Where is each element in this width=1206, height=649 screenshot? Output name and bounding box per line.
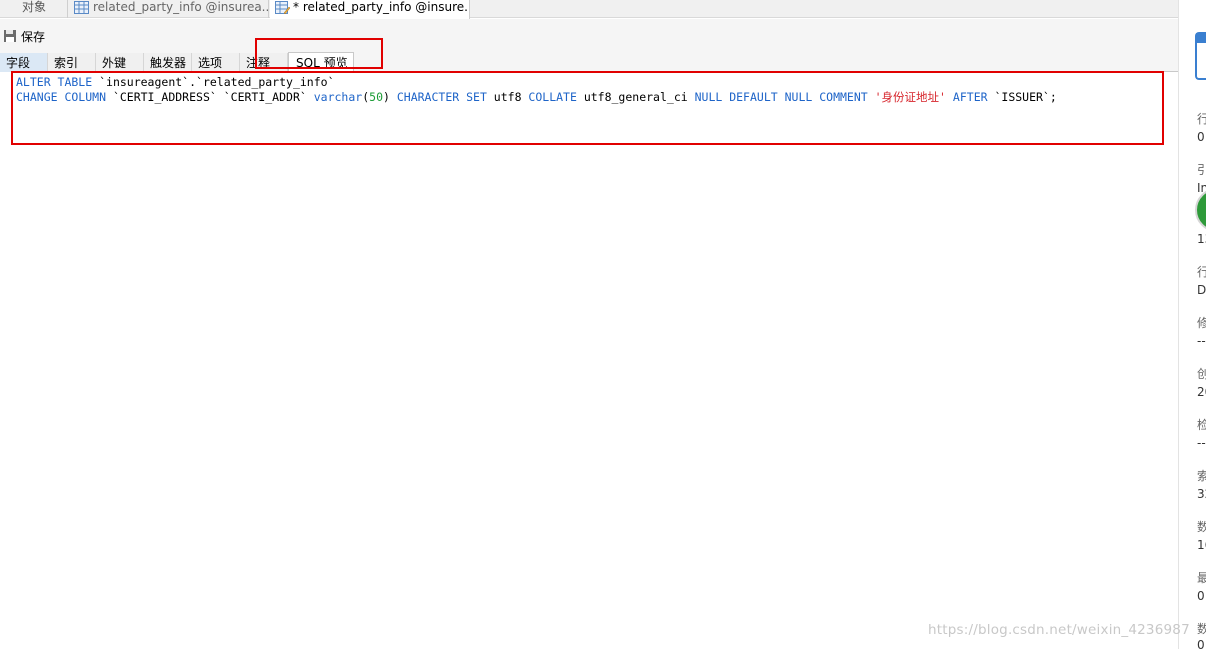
sql-number: 50 [369,90,383,104]
sql-text: `CERTI_ADDRESS` `CERTI_ADDR` [106,90,314,104]
info-label: 数 [1197,620,1206,637]
designer-tab-bar: 字段 索引 外键 触发器 选项 注释 SQL 预览 [0,52,1178,73]
sql-keyword: CHARACTER SET [396,90,487,104]
info-label: 索 [1197,467,1206,484]
sql-preview-editor[interactable]: ALTER TABLE `insureagent`.`related_party… [0,73,1178,649]
watermark-text: https://blog.csdn.net/weixin_4236987 [928,622,1190,638]
info-value: In [1197,181,1206,195]
object-info-panel: 行 0 引 In 13 行 Dy 修 -- 创 20 检 -- 索 32 数 1… [1178,0,1206,649]
sql-text: utf8 [486,90,529,104]
tab-table-design[interactable]: * related_party_info @insure... [270,0,470,19]
save-icon [4,30,16,42]
tab-indexes-label: 索引 [54,56,79,70]
sql-keyword: CHANGE COLUMN [16,90,107,104]
sql-keyword: ALTER TABLE [16,75,93,89]
tab-options-label: 选项 [198,56,223,70]
info-label: 最 [1197,569,1206,586]
table-icon [74,1,89,14]
tab-comment-label: 注释 [246,56,271,70]
info-value: 0 [1197,130,1205,144]
info-label: 创 [1197,365,1206,382]
info-value: 0 [1197,589,1205,603]
info-label: 检 [1197,416,1206,433]
sql-line-1: ALTER TABLE `insureagent`.`related_party… [16,75,335,90]
info-value: 20 [1197,385,1206,399]
tab-fields[interactable]: 字段 [0,53,48,72]
save-button-label: 保存 [21,29,46,44]
sql-keyword: varchar [313,90,363,104]
sql-line-2: CHANGE COLUMN `CERTI_ADDRESS` `CERTI_ADD… [16,90,1057,105]
info-value: 0 [1197,638,1205,649]
tab-fields-label: 字段 [6,56,31,70]
tab-comment[interactable]: 注释 [240,53,288,72]
tab-triggers[interactable]: 触发器 [144,53,192,72]
tab-sql-preview-label: SQL 预览 [296,56,348,70]
sql-keyword: AFTER [952,90,988,104]
tab-objects[interactable]: 对象 [0,0,68,18]
document-tab-bar: 对象 related_party_info @insurea... * rela… [0,0,1178,19]
tab-indexes[interactable]: 索引 [48,53,96,72]
tab-options[interactable]: 选项 [192,53,240,72]
sql-text: `ISSUER`; [987,90,1057,104]
tab-design-label: * related_party_info @insure... [293,0,470,14]
info-label: 行 [1197,263,1206,280]
info-label: 数 [1197,518,1206,535]
info-label: 引 [1197,161,1206,178]
info-value: -- [1197,334,1206,348]
tab-objects-label: 对象 [22,0,47,14]
sql-string: '身份证地址' [874,90,946,104]
tab-table-data[interactable]: related_party_info @insurea... [69,0,269,18]
sql-text: `insureagent`.`related_party_info` [92,75,335,89]
tab-triggers-label: 触发器 [150,56,187,70]
save-button[interactable]: 保存 [3,27,45,45]
toolbar: 保存 [0,19,1178,52]
info-value: 13 [1197,232,1206,246]
info-value: Dy [1197,283,1206,297]
info-value: 32 [1197,487,1206,501]
tab-sql-preview[interactable]: SQL 预览 [288,52,354,73]
tab-foreign-keys-label: 外键 [102,56,127,70]
sql-keyword: COLLATE [528,90,577,104]
sql-text: utf8_general_ci [576,90,695,104]
tab-foreign-keys[interactable]: 外键 [96,53,144,72]
info-tab-icon[interactable] [1195,32,1206,80]
info-label: 行 [1197,110,1206,127]
tab-table-label: related_party_info @insurea... [93,0,269,14]
sql-keyword: NULL DEFAULT NULL COMMENT [694,90,868,104]
sql-text: ) [383,90,397,104]
info-label: 修 [1197,314,1206,331]
info-value: -- [1197,436,1206,450]
info-value: 16 [1197,538,1206,552]
table-design-icon [275,1,290,14]
